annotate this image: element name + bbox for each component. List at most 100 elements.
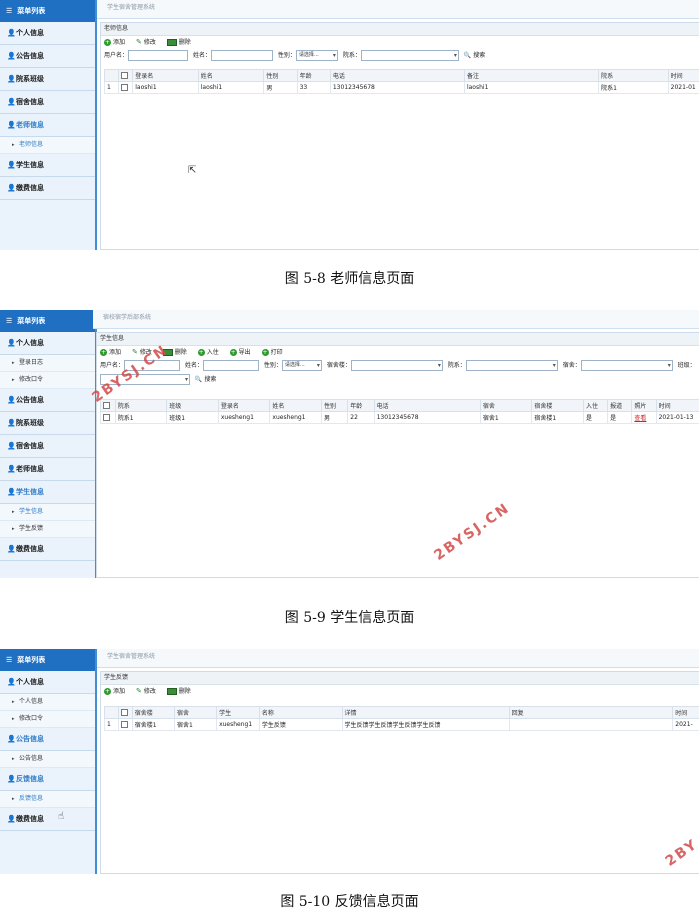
photo-link[interactable]: 查看 (631, 411, 657, 424)
sidebar: ☰ 菜单列表 👤个人信息 ▸ 登录日志 ▸ 修改口令 👤公告信息 👤院系班级 👤宿舍信… (0, 310, 97, 578)
sidebar-item-notice[interactable]: 👤公告信息 (0, 389, 95, 412)
menu-icon: ☰ (6, 7, 13, 15)
plus-icon: + (229, 349, 237, 356)
user-icon: 👤 (7, 488, 16, 496)
export-button[interactable]: + 导出 (229, 346, 251, 359)
checkbox[interactable] (121, 72, 129, 79)
sidebar-item-notice[interactable]: 👤公告信息 (0, 728, 95, 751)
mouse-cursor-icon: ⇱ (188, 165, 197, 176)
checkbox[interactable] (103, 414, 110, 421)
sidebar-subitem-change-password[interactable]: ▸ 修改口令 (0, 372, 95, 389)
edit-button[interactable]: ✎ 修改 (136, 36, 156, 49)
sidebar-item-personal[interactable]: 👤个人信息 (0, 332, 95, 355)
pencil-icon: ✎ (135, 687, 142, 695)
system-title: 学生宿舍管理系统 (97, 649, 699, 668)
building-select[interactable] (350, 360, 443, 371)
sidebar-item-personal[interactable]: 👤个人信息 (0, 22, 95, 45)
sidebar-subitem-student[interactable]: ▸ 学生信息 (0, 504, 95, 521)
content-panel: 老师信息 +添加 ✎修改 删除 用户名： 姓名： 性别：请选择... 院系： 🔍… (100, 22, 699, 250)
table-row[interactable]: 1 laoshi1 laoshi1 男 33 13012345678 laosh… (103, 81, 699, 94)
select-all-checkbox[interactable] (117, 706, 133, 719)
delete-button[interactable]: 删除 (166, 36, 191, 49)
dept-select[interactable] (360, 50, 459, 61)
select-all-checkbox[interactable] (118, 69, 134, 82)
gender-select[interactable]: 请选择... (295, 50, 338, 61)
sidebar-subitem-login-log[interactable]: ▸ 登录日志 (0, 355, 95, 372)
plus-icon: + (197, 349, 205, 356)
add-button[interactable]: + 添加 (104, 36, 125, 49)
panel-title: 学生信息 (97, 333, 699, 346)
edit-button[interactable]: ✎ 修改 (136, 685, 156, 698)
sidebar-subitem-teacher[interactable]: ▸ 老师信息 (0, 137, 95, 154)
table-row[interactable]: 院系1 班级1 xuesheng1 xuesheng1 男 22 1301234… (100, 411, 699, 424)
main-area: 宿校宿学后部系统 学生信息 + 添加 ✎ 修改 删除 + 入住 + 导出 + 打印 用户名… (93, 310, 699, 578)
search-button[interactable]: 🔍 搜索 (464, 49, 486, 63)
sidebar: ☰ 菜单列表 👤个人信息 👤公告信息 👤院系班级 👤宿舍信息 👤老师信息 ▸ 老师信… (0, 0, 97, 250)
search-icon: 🔍 (463, 52, 472, 59)
plus-icon: + (104, 39, 111, 46)
pencil-icon: ✎ (135, 38, 142, 46)
table-row[interactable]: 1 宿舍楼1 宿舍1 xuesheng1 学生反馈 学生反馈学生反馈学生反馈学生… (104, 718, 699, 731)
sidebar-item-student[interactable]: 👤学生信息 (0, 481, 95, 504)
checkbox[interactable] (120, 721, 128, 728)
search-button[interactable]: 🔍 搜索 (195, 373, 217, 387)
sidebar-item-feedback[interactable]: 👤反馈信息 (0, 768, 95, 791)
sidebar-item-dept[interactable]: 👤院系班级 (0, 412, 95, 435)
delete-button[interactable]: 删除 (166, 685, 191, 698)
system-title: 学生宿舍管理系统 (97, 0, 699, 19)
student-table: 院系 班级 登录名 姓名 性别 年龄 电话 宿舍 宿舍楼 入住 报道 照片 时间 (100, 399, 699, 424)
user-icon: 👤 (7, 442, 16, 450)
pencil-icon: ✎ (131, 348, 138, 356)
checkin-button[interactable]: + 入住 (197, 346, 219, 359)
sidebar-item-teacher[interactable]: 👤老师信息 (0, 114, 95, 137)
search-icon: 🔍 (194, 376, 203, 383)
sidebar-subitem-feedback[interactable]: ▸ 学生反馈 (0, 521, 95, 538)
gender-select[interactable]: 请选择... (281, 360, 322, 371)
sidebar-subitem-change-password[interactable]: ▸ 修改口令 (0, 711, 95, 728)
user-icon: 👤 (7, 52, 16, 60)
add-button[interactable]: + 添加 (100, 346, 121, 359)
sidebar-item-fee[interactable]: 👤缴费信息 (0, 538, 95, 561)
sidebar-subitem-feedback[interactable]: ▸ 反馈信息 (0, 791, 95, 808)
filter-bar: 用户名： 姓名： 性别：请选择... 院系： 🔍搜索 (101, 49, 699, 63)
caret-right-icon: ▸ (12, 796, 15, 802)
name-input[interactable] (202, 360, 259, 371)
plus-icon: + (104, 688, 111, 695)
user-icon: 👤 (7, 339, 16, 347)
row-checkbox[interactable] (117, 718, 133, 731)
sidebar-subitem-notice[interactable]: ▸ 公告信息 (0, 751, 95, 768)
checkbox[interactable] (103, 402, 110, 409)
caret-right-icon: ▸ (12, 526, 15, 532)
sidebar-item-dorm[interactable]: 👤宿舍信息 (0, 435, 95, 458)
sidebar-item-dept[interactable]: 👤院系班级 (0, 68, 95, 91)
add-button[interactable]: + 添加 (104, 685, 125, 698)
caret-right-icon: ▸ (12, 756, 15, 762)
sidebar-item-dorm[interactable]: 👤宿舍信息 (0, 91, 95, 114)
user-icon: 👤 (7, 98, 16, 106)
sidebar-header: ☰ 菜单列表 (0, 310, 95, 332)
checkbox[interactable] (121, 84, 129, 91)
dept-select[interactable] (465, 360, 558, 371)
print-button[interactable]: + 打印 (261, 346, 283, 359)
username-input[interactable] (128, 50, 189, 61)
screenshot-student-info: ☰ 菜单列表 👤个人信息 ▸ 登录日志 ▸ 修改口令 👤公告信息 👤院系班级 👤宿舍信… (0, 310, 699, 578)
menu-icon: ☰ (6, 317, 13, 325)
row-checkbox[interactable] (100, 411, 116, 424)
sidebar-subitem-personal[interactable]: ▸ 个人信息 (0, 694, 95, 711)
sidebar-item-teacher[interactable]: 👤老师信息 (0, 458, 95, 481)
name-input[interactable] (210, 50, 273, 61)
main-area: 学生宿舍管理系统 学生反馈 + 添加 ✎ 修改 删除 宿舍楼 宿舍 学生 名称 详情… (97, 649, 699, 874)
caret-right-icon: ▸ (12, 142, 15, 148)
screenshot-teacher-info: ☰ 菜单列表 👤个人信息 👤公告信息 👤院系班级 👤宿舍信息 👤老师信息 ▸ 老师信… (0, 0, 699, 250)
checkbox[interactable] (120, 709, 128, 716)
row-checkbox[interactable] (118, 81, 134, 94)
user-icon: 👤 (7, 121, 16, 129)
caret-right-icon: ▸ (12, 360, 15, 366)
sidebar-item-fee[interactable]: 👤缴费信息 (0, 808, 95, 831)
sidebar-item-personal[interactable]: 👤个人信息 (0, 671, 95, 694)
sidebar-item-notice[interactable]: 👤公告信息 (0, 45, 95, 68)
sidebar-item-fee[interactable]: 👤缴费信息 (0, 177, 95, 200)
caption-fig-5-8: 图 5-8 老师信息页面 (284, 271, 415, 287)
dorm-select[interactable] (580, 360, 673, 371)
sidebar-item-student[interactable]: 👤学生信息 (0, 154, 95, 177)
